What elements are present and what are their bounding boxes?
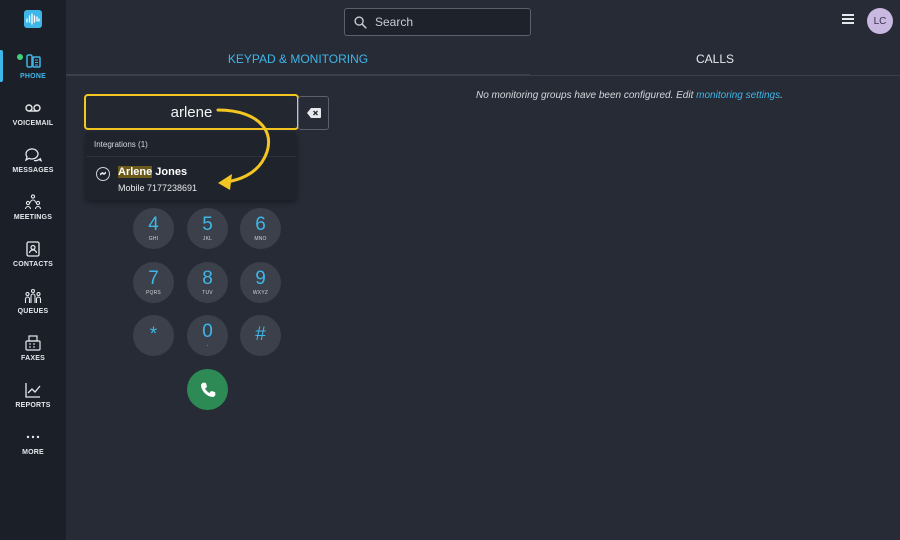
meetings-icon: [22, 193, 44, 211]
dial-input[interactable]: arlene: [84, 94, 299, 130]
sidebar-item-label: PHONE: [20, 73, 46, 80]
result-name: Arlene Jones: [118, 166, 187, 178]
sidebar-item-label: QUEUES: [17, 308, 49, 315]
key-9[interactable]: 9 WXYZ: [240, 262, 281, 303]
fax-icon: [22, 334, 44, 352]
result-detail: Mobile 7177238691: [118, 183, 198, 193]
sidebar-item-label: MEETINGS: [13, 214, 53, 221]
menu-icon[interactable]: [842, 14, 854, 26]
sidebar-item-phone[interactable]: PHONE: [0, 48, 66, 94]
key-letters: PQRS: [146, 289, 161, 296]
phone-icon: [22, 52, 44, 70]
sidebar-item-reports[interactable]: REPORTS: [0, 377, 66, 423]
sidebar-item-label: MORE: [22, 449, 44, 456]
key-letters: WXYZ: [252, 289, 269, 296]
key-8[interactable]: 8 TUV: [187, 262, 228, 303]
sidebar-item-label: REPORTS: [15, 402, 51, 409]
monitoring-message: No monitoring groups have been configure…: [476, 90, 783, 101]
messages-icon: [22, 146, 44, 164]
phone-handset-icon: [200, 382, 215, 397]
avatar[interactable]: LC: [867, 8, 893, 34]
key-7[interactable]: 7 PQRS: [133, 262, 174, 303]
key-0[interactable]: 0 ·: [187, 315, 228, 356]
call-button[interactable]: [187, 369, 228, 410]
integration-icon: [96, 167, 110, 181]
sidebar-item-more[interactable]: MORE: [0, 424, 66, 470]
key-letters: JKL: [202, 235, 213, 242]
search-placeholder: Search: [375, 15, 414, 29]
sidebar-item-label: MESSAGES: [12, 167, 54, 174]
result-name-rest: Jones: [152, 166, 188, 178]
key-letters: MNO: [254, 235, 267, 242]
result-item-arlene-jones[interactable]: Arlene Jones Mobile 7177238691: [86, 160, 296, 198]
sidebar-item-contacts[interactable]: CONTACTS: [0, 236, 66, 282]
search-icon: [354, 15, 367, 29]
sidebar-item-voicemail[interactable]: VOICEMAIL: [0, 95, 66, 141]
status-dot: [17, 54, 23, 60]
key-4[interactable]: 4 GHI: [133, 208, 174, 249]
tab-calls[interactable]: CALLS: [530, 52, 900, 76]
tab-underline: [66, 74, 530, 76]
key-digit: 8: [202, 267, 213, 289]
key-letters: GHI: [148, 235, 159, 242]
sidebar-item-label: VOICEMAIL: [12, 120, 54, 127]
key-digit: *: [149, 323, 158, 345]
monitoring-message-suffix: .: [780, 90, 783, 101]
divider: [86, 156, 296, 157]
key-digit: 6: [255, 213, 266, 235]
search-results-dropdown: Integrations (1) Arlene Jones Mobile 717…: [86, 132, 296, 200]
sidebar-item-label: FAXES: [21, 355, 45, 362]
tab-keypad-monitoring[interactable]: KEYPAD & MONITORING: [66, 52, 530, 76]
key-digit: 5: [202, 213, 213, 235]
app-window: PHONE VOICEMAIL MESSAGES MEETINGS CONTAC: [0, 0, 900, 540]
results-header: Integrations (1): [94, 140, 148, 149]
sidebar-item-label: CONTACTS: [13, 261, 53, 268]
key-star[interactable]: *: [133, 315, 174, 356]
sidebar-item-meetings[interactable]: MEETINGS: [0, 189, 66, 235]
key-letters: TUV: [202, 289, 213, 296]
search-input[interactable]: Search: [344, 8, 531, 36]
monitoring-settings-link[interactable]: monitoring settings: [696, 90, 780, 101]
sidebar-item-faxes[interactable]: FAXES: [0, 330, 66, 376]
backspace-icon: [306, 108, 321, 118]
sidebar-item-queues[interactable]: QUEUES: [0, 283, 66, 329]
result-name-highlight: Arlene: [118, 166, 153, 178]
key-digit: #: [255, 323, 266, 345]
divider: [530, 75, 900, 76]
sidebar: PHONE VOICEMAIL MESSAGES MEETINGS CONTAC: [0, 0, 66, 540]
monitoring-message-text: No monitoring groups have been configure…: [476, 90, 697, 101]
key-letters: ·: [206, 342, 209, 349]
key-hash[interactable]: #: [240, 315, 281, 356]
app-logo-icon: [24, 10, 42, 28]
key-digit: 4: [148, 213, 159, 235]
more-icon: [22, 428, 44, 446]
voicemail-icon: [22, 99, 44, 117]
queues-icon: [22, 287, 44, 305]
key-digit: 7: [148, 267, 159, 289]
key-5[interactable]: 5 JKL: [187, 208, 228, 249]
key-digit: 0: [202, 320, 213, 342]
contacts-icon: [22, 240, 44, 258]
key-digit: 9: [255, 267, 266, 289]
backspace-button[interactable]: [298, 96, 329, 130]
reports-icon: [22, 381, 44, 399]
key-6[interactable]: 6 MNO: [240, 208, 281, 249]
sidebar-item-messages[interactable]: MESSAGES: [0, 142, 66, 188]
